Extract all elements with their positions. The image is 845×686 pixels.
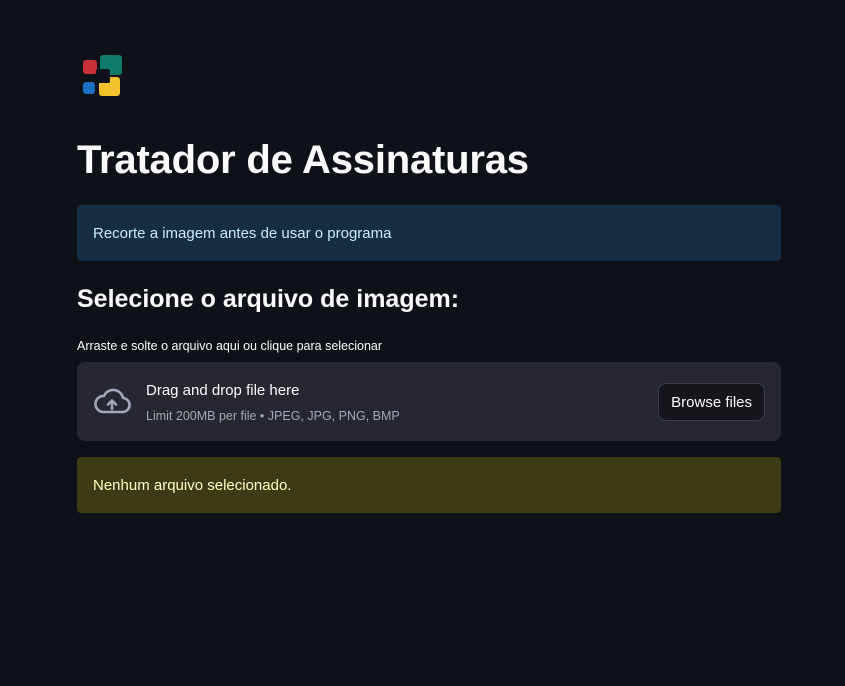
cloud-upload-icon (94, 388, 131, 414)
browse-files-button[interactable]: Browse files (658, 383, 765, 421)
app-page: Tratador de Assinaturas Recorte a imagem… (0, 0, 845, 686)
warning-alert-text: Nenhum arquivo selecionado. (93, 476, 292, 494)
dropzone-limit-text: Limit 200MB per file • JPEG, JPG, PNG, B… (146, 409, 400, 423)
info-alert-text: Recorte a imagem antes de usar o program… (93, 224, 392, 242)
page-title: Tratador de Assinaturas (77, 138, 529, 182)
file-uploader-label: Arraste e solte o arquivo aqui ou clique… (77, 339, 383, 353)
app-logo-icon (83, 55, 122, 96)
section-heading: Selecione o arquivo de imagem: (77, 285, 460, 313)
info-alert: Recorte a imagem antes de usar o program… (77, 205, 781, 261)
file-dropzone[interactable]: Drag and drop file here Limit 200MB per … (77, 362, 781, 441)
dropzone-instructions: Drag and drop file here (146, 382, 300, 399)
warning-alert: Nenhum arquivo selecionado. (77, 457, 781, 513)
